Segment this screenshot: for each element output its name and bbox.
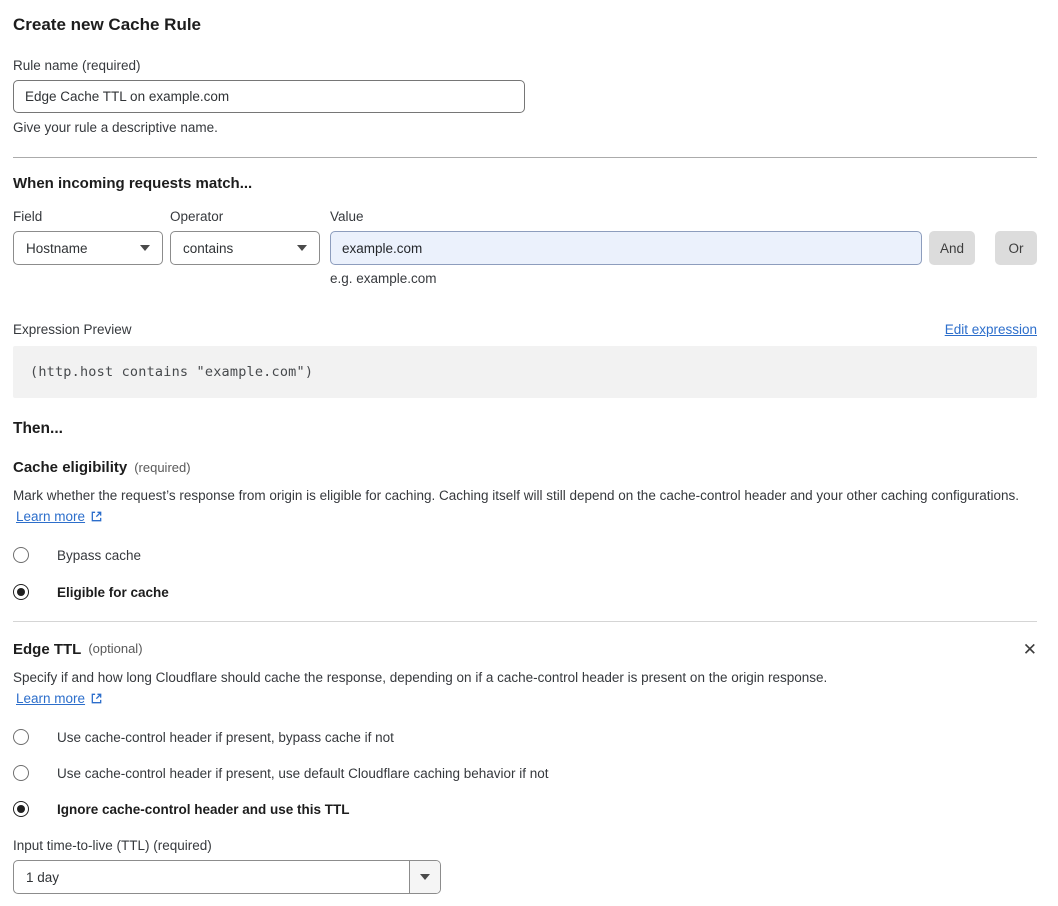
chevron-down-icon — [420, 874, 430, 880]
ttl-label: Input time-to-live (TTL) (required) — [13, 838, 212, 853]
use-header-default-label: Use cache-control header if present, use… — [57, 765, 549, 781]
use-header-bypass-option[interactable]: Use cache-control header if present, byp… — [13, 729, 1037, 745]
match-section-heading: When incoming requests match... — [13, 175, 253, 192]
cache-eligibility-heading: Cache eligibility — [13, 459, 128, 476]
use-header-default-option[interactable]: Use cache-control header if present, use… — [13, 765, 1037, 781]
cache-eligibility-qualifier: (required) — [134, 460, 191, 475]
eligible-for-cache-label: Eligible for cache — [57, 584, 169, 600]
expression-preview-header: Expression Preview Edit expression — [13, 322, 1037, 337]
bypass-cache-option[interactable]: Bypass cache — [13, 547, 1037, 563]
learn-more-link[interactable]: Learn more — [16, 691, 85, 706]
field-select[interactable]: Hostname — [13, 231, 163, 265]
ttl-select-value: 1 day — [26, 869, 60, 885]
close-icon[interactable]: ✕ — [1023, 642, 1037, 659]
radio-selected-icon — [13, 801, 29, 817]
operator-select-value: contains — [183, 240, 234, 256]
value-hint: e.g. example.com — [330, 271, 437, 286]
learn-more-link[interactable]: Learn more — [16, 509, 85, 524]
radio-unselected-icon — [13, 547, 29, 563]
radio-selected-icon — [13, 584, 29, 600]
page-title: Create new Cache Rule — [13, 15, 202, 34]
edit-expression-link[interactable]: Edit expression — [945, 322, 1037, 337]
expression-code: (http.host contains "example.com") — [30, 364, 314, 380]
operator-select[interactable]: contains — [170, 231, 320, 265]
ignore-header-ttl-label: Ignore cache-control header and use this… — [57, 801, 350, 817]
edge-ttl-description-text: Specify if and how long Cloudflare shoul… — [13, 670, 828, 685]
edge-ttl-description: Specify if and how long Cloudflare shoul… — [13, 667, 845, 709]
edge-ttl-qualifier: (optional) — [88, 641, 143, 656]
and-button[interactable]: And — [929, 231, 975, 265]
chevron-down-icon — [140, 245, 150, 251]
or-button[interactable]: Or — [995, 231, 1037, 265]
cache-eligibility-description-text: Mark whether the request’s response from… — [13, 488, 1020, 503]
radio-unselected-icon — [13, 765, 29, 781]
chevron-down-icon — [297, 245, 307, 251]
rule-name-help: Give your rule a descriptive name. — [13, 120, 218, 135]
edge-ttl-heading-row: Edge TTL (optional) ✕ — [13, 641, 1037, 659]
operator-label: Operator — [170, 209, 224, 224]
section-divider — [13, 157, 1037, 158]
cache-eligibility-heading-row: Cache eligibility (required) — [13, 459, 1037, 476]
match-condition-row: Hostname contains And Or — [13, 231, 1037, 265]
radio-unselected-icon — [13, 729, 29, 745]
ttl-select[interactable]: 1 day — [13, 860, 441, 894]
bypass-cache-label: Bypass cache — [57, 547, 142, 563]
rule-name-label: Rule name (required) — [13, 58, 141, 73]
field-label: Field — [13, 209, 43, 224]
value-label: Value — [330, 209, 364, 224]
external-link-icon — [90, 511, 103, 526]
value-input[interactable] — [330, 231, 922, 265]
rule-name-input[interactable] — [13, 80, 525, 113]
field-select-value: Hostname — [26, 240, 88, 256]
use-header-bypass-label: Use cache-control header if present, byp… — [57, 729, 394, 745]
edge-ttl-heading: Edge TTL — [13, 641, 82, 658]
dropdown-arrow-button[interactable] — [409, 861, 440, 893]
ignore-header-ttl-option[interactable]: Ignore cache-control header and use this… — [13, 801, 1037, 817]
expression-preview-box: (http.host contains "example.com") — [13, 346, 1037, 398]
eligible-for-cache-option[interactable]: Eligible for cache — [13, 584, 1037, 600]
cache-eligibility-description: Mark whether the request’s response from… — [13, 485, 1037, 527]
expression-preview-label: Expression Preview — [13, 322, 132, 337]
external-link-icon — [90, 693, 103, 708]
section-divider — [13, 621, 1037, 622]
then-heading: Then... — [13, 420, 63, 437]
match-column-labels: Field Operator Value — [13, 209, 1037, 224]
